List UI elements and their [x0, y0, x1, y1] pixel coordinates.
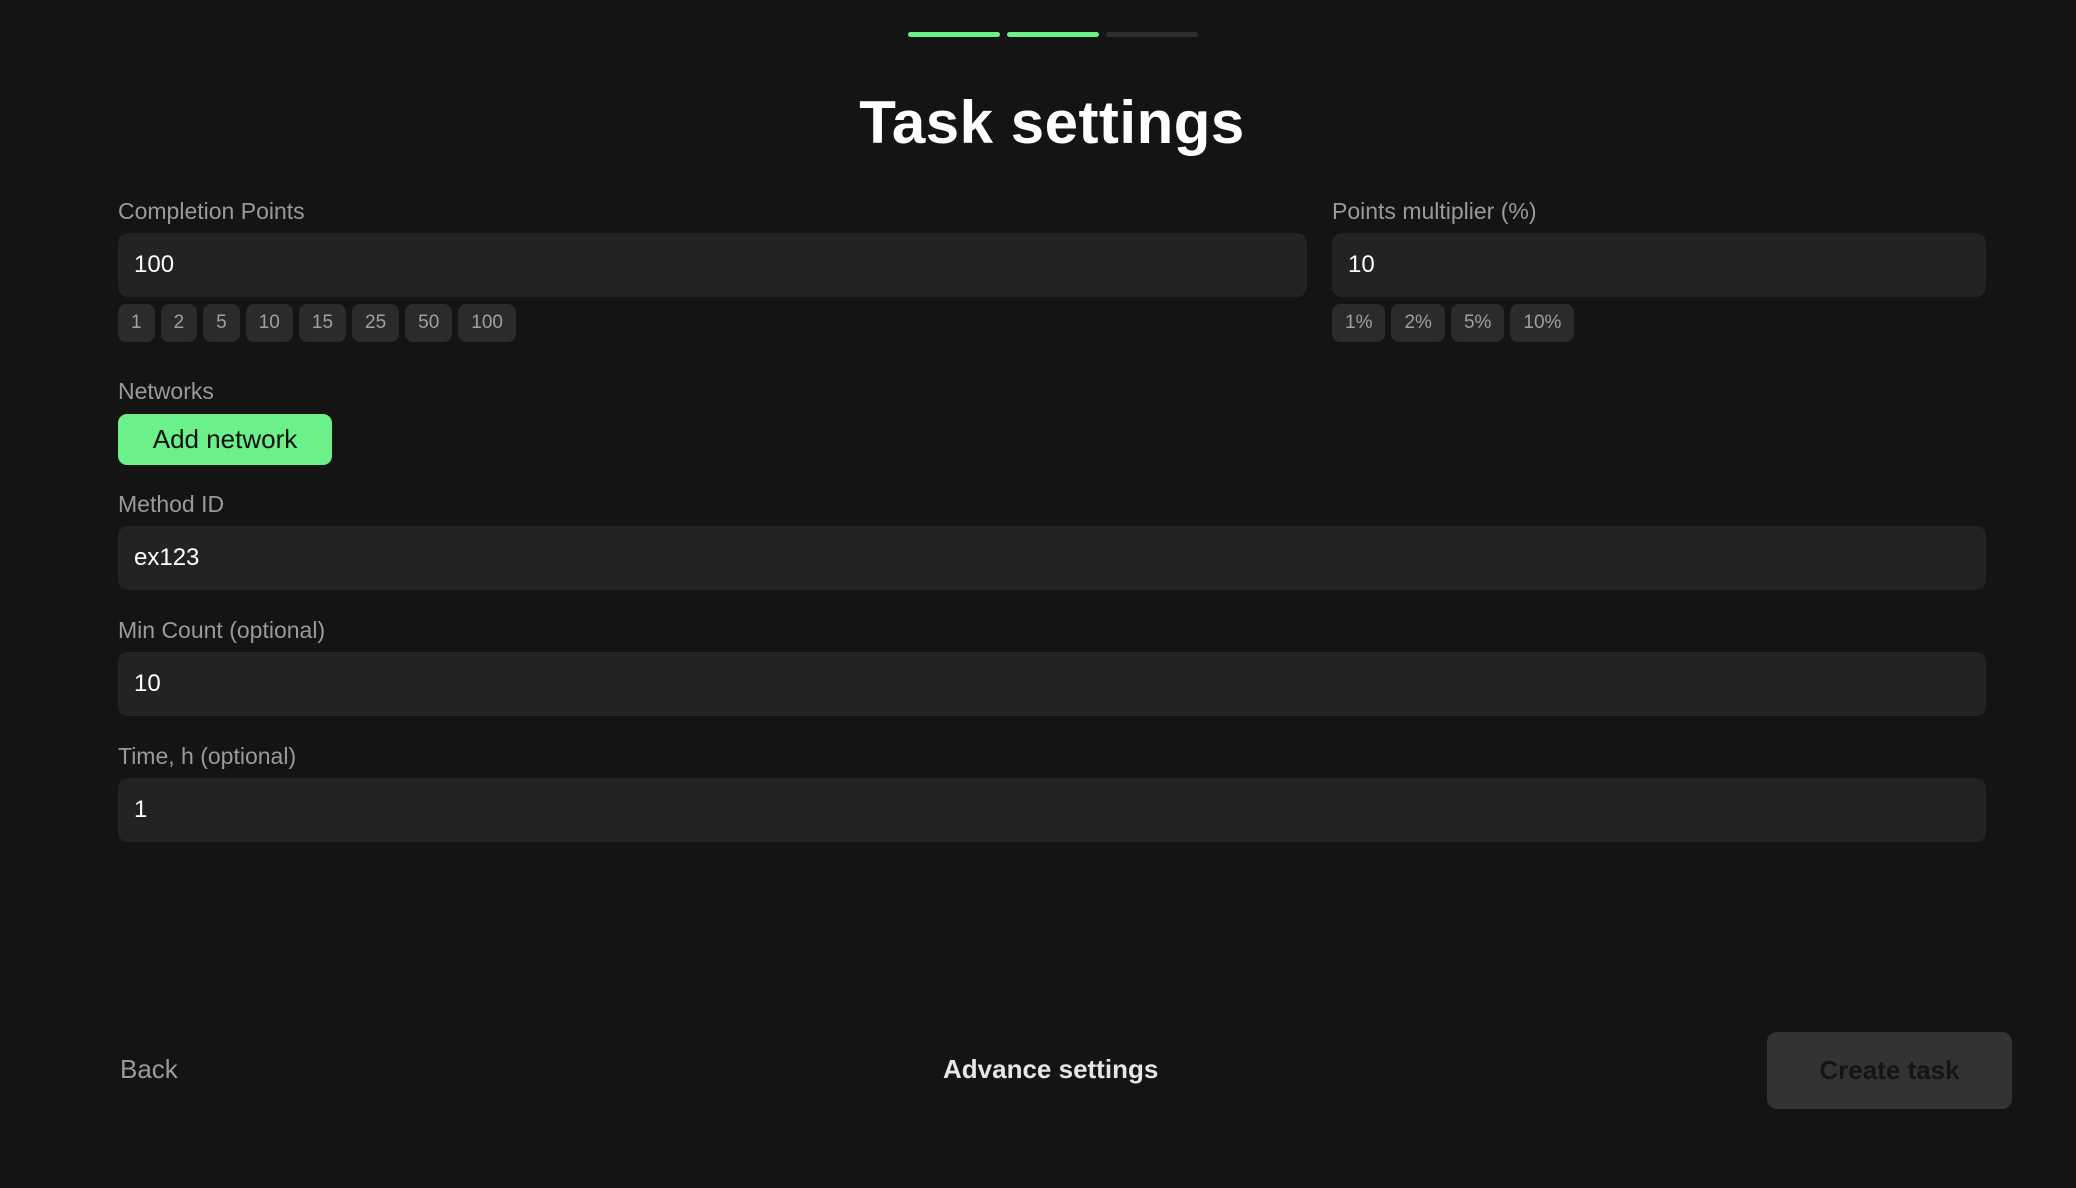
points-preset-chip[interactable]: 10 [245, 304, 293, 342]
add-network-button[interactable]: Add network [118, 414, 332, 465]
multiplier-preset-chip[interactable]: 10% [1510, 304, 1575, 342]
completion-points-presets: 1 2 5 10 15 25 50 100 [118, 304, 516, 342]
completion-points-label: Completion Points [118, 198, 305, 224]
networks-label: Networks [118, 378, 214, 404]
task-settings-page: Task settings Completion Points 100 1 2 … [0, 0, 2076, 1188]
points-multiplier-input[interactable]: 10 [1332, 233, 1986, 297]
points-preset-chip[interactable]: 25 [352, 304, 400, 342]
points-preset-chip[interactable]: 50 [405, 304, 453, 342]
points-preset-chip[interactable]: 5 [203, 304, 240, 342]
back-button[interactable]: Back [120, 1054, 178, 1085]
create-task-button[interactable]: Create task [1767, 1032, 2012, 1109]
min-count-input[interactable]: 10 [118, 652, 1986, 716]
points-multiplier-label: Points multiplier (%) [1332, 198, 1537, 224]
multiplier-preset-chip[interactable]: 2% [1391, 304, 1445, 342]
progress-step-3 [1106, 32, 1198, 37]
time-hours-input[interactable]: 1 [118, 778, 1986, 842]
points-preset-chip[interactable]: 15 [298, 304, 347, 342]
points-preset-chip[interactable]: 100 [458, 304, 516, 342]
completion-points-input[interactable]: 100 [118, 233, 1307, 297]
progress-step-2 [1007, 32, 1099, 37]
points-preset-chip[interactable]: 1 [118, 304, 155, 342]
min-count-label: Min Count (optional) [118, 617, 326, 643]
page-title: Task settings [859, 89, 1245, 156]
step-progress [908, 32, 1198, 37]
points-multiplier-presets: 1% 2% 5% 10% [1332, 304, 1575, 342]
method-id-label: Method ID [118, 491, 225, 517]
progress-step-1 [908, 32, 1000, 37]
multiplier-preset-chip[interactable]: 1% [1332, 304, 1386, 342]
time-hours-label: Time, h (optional) [118, 743, 297, 769]
points-preset-chip[interactable]: 2 [160, 304, 198, 342]
multiplier-preset-chip[interactable]: 5% [1450, 304, 1505, 342]
advance-settings-button[interactable]: Advance settings [943, 1054, 1158, 1085]
method-id-input[interactable]: ex123 [118, 526, 1986, 590]
